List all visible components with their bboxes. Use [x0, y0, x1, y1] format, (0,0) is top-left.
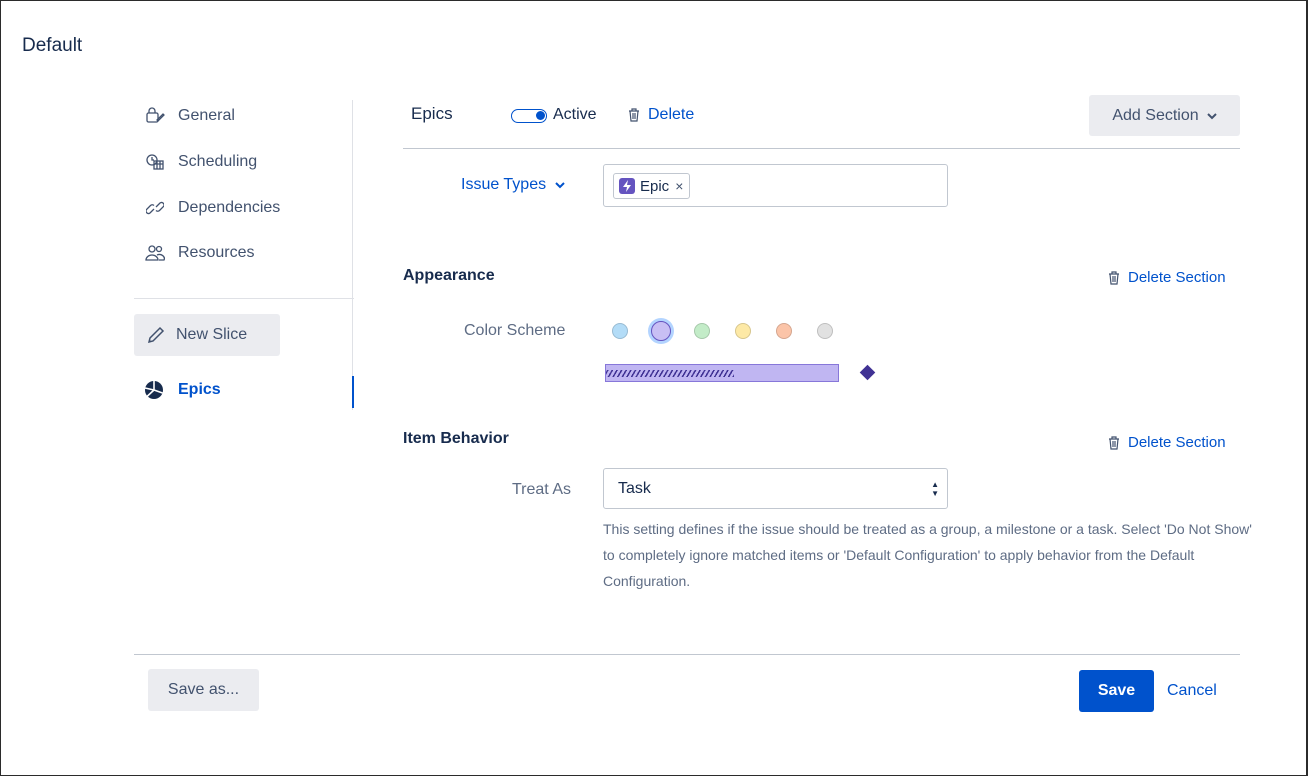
item-behavior-section-title: Item Behavior: [403, 430, 509, 447]
people-icon: [144, 243, 166, 263]
scheduling-icon: [144, 152, 166, 172]
active-toggle-label: Active: [553, 106, 597, 123]
pen-icon: [147, 326, 165, 344]
sidebar-item-label: Resources: [178, 244, 255, 261]
color-swatch-purple[interactable]: [651, 321, 671, 341]
sidebar-item-label: Dependencies: [178, 199, 281, 216]
delete-appearance-section-link[interactable]: Delete Section: [1108, 269, 1226, 286]
active-toggle[interactable]: [511, 109, 547, 123]
sidebar-item-dependencies[interactable]: Dependencies: [144, 198, 280, 218]
sidebar-item-label: Scheduling: [178, 153, 258, 170]
delete-slice-link[interactable]: Delete: [628, 106, 694, 124]
link-icon: [144, 198, 166, 218]
sidebar-item-resources[interactable]: Resources: [144, 243, 254, 263]
active-item-indicator: [352, 376, 354, 408]
color-swatch-green[interactable]: [694, 323, 710, 339]
sidebar-item-scheduling[interactable]: Scheduling: [144, 152, 257, 172]
page-title: Default: [22, 35, 83, 56]
select-arrows-icon: ▲ ▼: [931, 480, 939, 498]
add-section-label: Add Section: [1112, 106, 1199, 124]
color-swatch-group: [612, 321, 858, 341]
color-swatch-blue[interactable]: [612, 323, 628, 339]
appearance-section-title: Appearance: [403, 267, 495, 284]
new-slice-button[interactable]: New Slice: [134, 314, 280, 356]
trash-icon: [629, 108, 639, 122]
epic-lightning-icon: [619, 178, 635, 194]
save-as-button[interactable]: Save as...: [148, 669, 259, 711]
cancel-button[interactable]: Cancel: [1167, 682, 1217, 700]
treat-as-label: Treat As: [512, 481, 571, 498]
general-settings-icon: [144, 106, 166, 126]
toggle-knob: [536, 111, 545, 120]
color-swatch-gray[interactable]: [817, 323, 833, 339]
remove-chip-icon[interactable]: ×: [675, 178, 683, 194]
slice-title: Epics: [411, 104, 453, 123]
treat-as-value: Task: [618, 479, 651, 497]
save-button[interactable]: Save: [1079, 670, 1154, 712]
treat-as-help-text: This setting defines if the issue should…: [603, 521, 1252, 589]
add-section-button[interactable]: Add Section: [1089, 95, 1240, 136]
sidebar-item-epics[interactable]: Epics: [144, 380, 221, 400]
chevron-down-icon: [1206, 112, 1217, 119]
delete-section-label: Delete Section: [1128, 434, 1226, 451]
sidebar-item-general[interactable]: General: [144, 106, 235, 126]
delete-item-behavior-section-link[interactable]: Delete Section: [1108, 434, 1226, 451]
chip-label: Epic: [640, 177, 670, 195]
issue-types-input[interactable]: Epic ×: [603, 164, 948, 207]
header-divider: [403, 148, 1240, 149]
sidebar-item-label: Epics: [178, 381, 221, 398]
delete-label: Delete: [648, 106, 695, 123]
sidebar-item-label: General: [178, 107, 235, 124]
issue-types-dropdown[interactable]: Issue Types: [461, 176, 565, 194]
pie-chart-icon: [144, 381, 163, 399]
trash-icon: [1109, 435, 1119, 450]
sidebar-divider: [134, 298, 354, 299]
color-swatch-yellow[interactable]: [735, 323, 751, 339]
color-scheme-label: Color Scheme: [464, 322, 566, 339]
treat-as-select[interactable]: Task ▲ ▼: [603, 468, 948, 509]
issue-types-label: Issue Types: [461, 176, 547, 193]
sidebar-vertical-divider: [352, 100, 353, 410]
preview-progress-fill: [606, 370, 734, 377]
trash-icon: [1109, 270, 1119, 285]
color-preview-bar: [605, 364, 839, 382]
new-slice-label: New Slice: [176, 326, 248, 343]
chevron-down-icon: [555, 182, 565, 189]
sidebar: General Scheduling Dependencies Resource…: [134, 100, 354, 410]
delete-section-label: Delete Section: [1128, 269, 1226, 286]
footer-divider: [134, 654, 1240, 655]
color-swatch-orange[interactable]: [776, 323, 792, 339]
issue-type-chip: Epic ×: [613, 173, 691, 199]
